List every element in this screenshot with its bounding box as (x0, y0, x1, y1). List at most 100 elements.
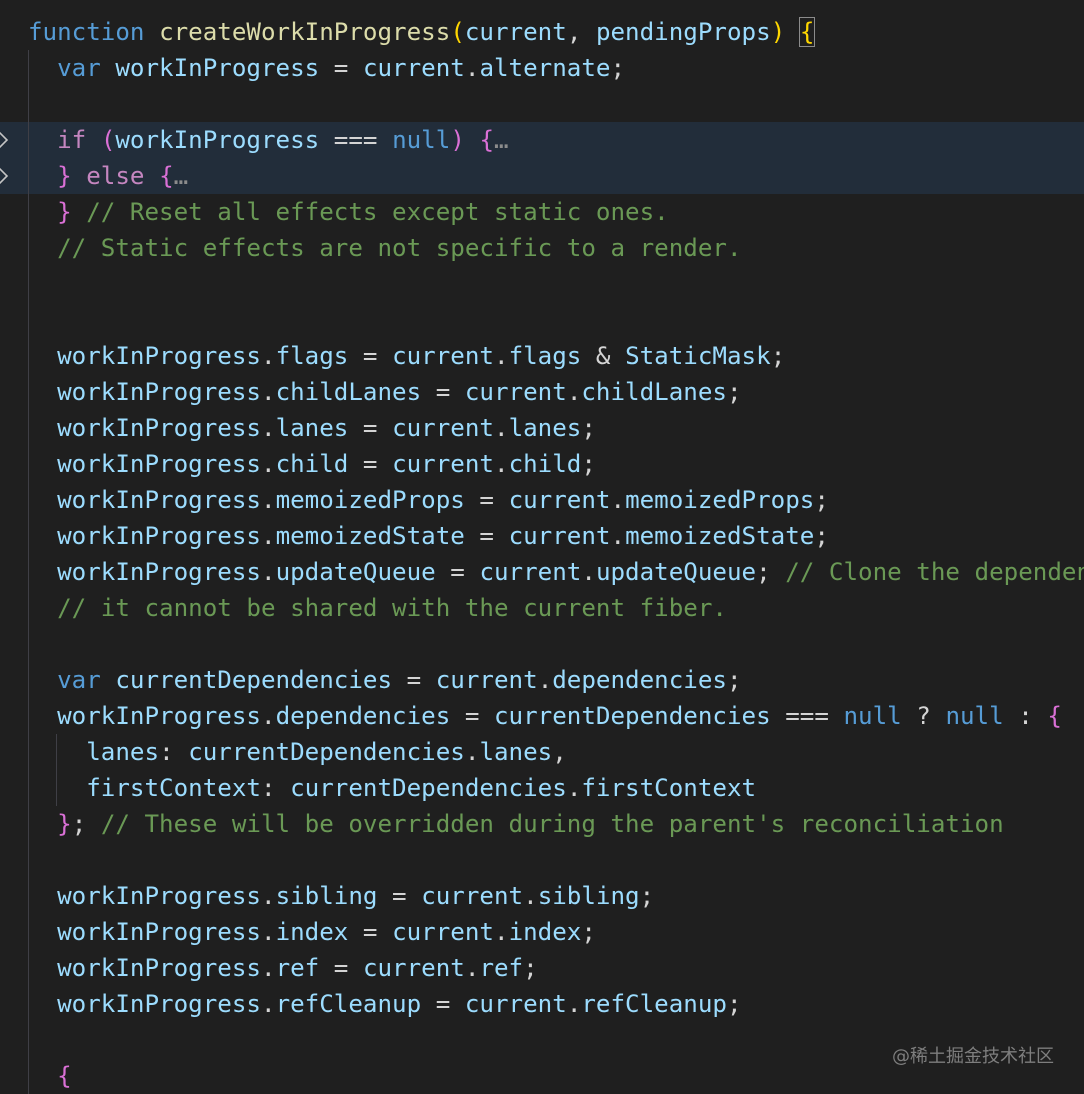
code-token: lanes (479, 738, 553, 766)
code-token: child (275, 450, 349, 478)
code-line[interactable]: var currentDependencies = current.depend… (28, 662, 742, 698)
code-token: // These will be overridden during the p… (100, 810, 1004, 838)
code-token: ( (450, 18, 465, 46)
code-token: ) (770, 18, 786, 46)
code-token: . (261, 342, 276, 370)
code-line[interactable]: // it cannot be shared with the current … (28, 590, 727, 626)
code-token: firstContext (581, 774, 757, 802)
code-token: firstContext (86, 774, 261, 802)
code-line[interactable]: workInProgress.lanes = current.lanes; (28, 410, 596, 446)
code-token: { (159, 162, 174, 190)
code-token: if (57, 126, 87, 154)
code-token: . (464, 54, 480, 82)
code-token: memoizedState (625, 522, 815, 550)
code-token: . (261, 702, 276, 730)
code-token: = (319, 54, 363, 82)
code-token: workInProgress (57, 558, 261, 586)
code-token: = (392, 666, 436, 694)
code-line[interactable]: firstContext: currentDependencies.firstC… (28, 770, 756, 806)
code-token: . (494, 918, 509, 946)
code-token: workInProgress (57, 414, 261, 442)
code-line[interactable]: workInProgress.child = current.child; (28, 446, 596, 482)
code-editor[interactable]: function createWorkInProgress(current, p… (0, 0, 1084, 1094)
chevron-right-icon[interactable] (0, 166, 10, 186)
code-token: flags (508, 342, 582, 370)
code-token: StaticMask (625, 342, 771, 370)
code-token: ; (610, 54, 626, 82)
code-token: ; (727, 666, 742, 694)
code-token: ) (450, 126, 465, 154)
code-token: current (362, 54, 465, 82)
code-line[interactable]: // Static effects are not specific to a … (28, 230, 741, 266)
code-token: . (261, 918, 276, 946)
code-token: . (261, 522, 276, 550)
code-token: current (392, 450, 494, 478)
code-line[interactable]: { (28, 1058, 72, 1094)
code-line[interactable]: } else {… (28, 158, 188, 194)
code-line[interactable]: workInProgress.dependencies = currentDep… (28, 698, 1062, 734)
code-line[interactable]: } // Reset all effects except static one… (28, 194, 669, 230)
code-token: lanes (86, 738, 160, 766)
code-line[interactable]: lanes: currentDependencies.lanes, (28, 734, 567, 770)
code-token: ; (523, 954, 538, 982)
code-token: current (464, 378, 567, 406)
code-token: = (348, 450, 393, 478)
code-line[interactable]: workInProgress.flags = current.flags & S… (28, 338, 785, 374)
code-token: = (348, 918, 393, 946)
code-token: = (435, 558, 480, 586)
chevron-right-icon[interactable] (0, 130, 10, 150)
code-token: // it cannot be shared with the current … (57, 594, 727, 622)
code-token: currentDependencies (290, 774, 567, 802)
code-token: { (479, 126, 494, 154)
code-token: workInProgress (57, 450, 261, 478)
code-token: childLanes (275, 378, 422, 406)
code-line[interactable]: workInProgress.refCleanup = current.refC… (28, 986, 741, 1022)
code-line[interactable]: workInProgress.index = current.index; (28, 914, 596, 950)
code-token: : (261, 774, 291, 802)
code-token: createWorkInProgress (159, 18, 451, 46)
code-token: current (508, 522, 611, 550)
code-line[interactable]: workInProgress.updateQueue = current.upd… (28, 554, 1084, 590)
code-line[interactable]: workInProgress.ref = current.ref; (28, 950, 538, 986)
code-token: workInProgress (57, 882, 261, 910)
code-token: ref (275, 954, 320, 982)
code-token: . (261, 486, 276, 514)
code-token: { (798, 17, 816, 47)
code-token: currentDependencies (188, 738, 465, 766)
code-token: ; (581, 918, 596, 946)
code-token: . (261, 378, 276, 406)
code-token: pendingProps (595, 18, 771, 46)
code-token: workInProgress (115, 126, 320, 154)
code-line[interactable]: function createWorkInProgress(current, p… (28, 14, 816, 50)
code-line[interactable]: }; // These will be overridden during th… (28, 806, 1004, 842)
code-line[interactable]: workInProgress.memoizedState = current.m… (28, 518, 829, 554)
code-line[interactable]: workInProgress.sibling = current.sibling… (28, 878, 654, 914)
code-token: child (508, 450, 582, 478)
code-line[interactable]: if (workInProgress === null) {… (28, 122, 508, 158)
code-token: ; (639, 882, 655, 910)
code-token: = (450, 702, 494, 730)
code-line[interactable]: workInProgress.memoizedProps = current.m… (28, 482, 829, 518)
code-token: var (57, 54, 101, 82)
code-token: workInProgress (57, 702, 261, 730)
code-token: . (523, 882, 538, 910)
code-line[interactable]: workInProgress.childLanes = current.chil… (28, 374, 741, 410)
code-token: updateQueue (275, 558, 436, 586)
code-token: } (57, 810, 72, 838)
code-token: refCleanup (275, 990, 422, 1018)
code-line[interactable]: var workInProgress = current.alternate; (28, 50, 625, 86)
code-token: else (86, 162, 145, 190)
code-token: null (392, 126, 451, 154)
